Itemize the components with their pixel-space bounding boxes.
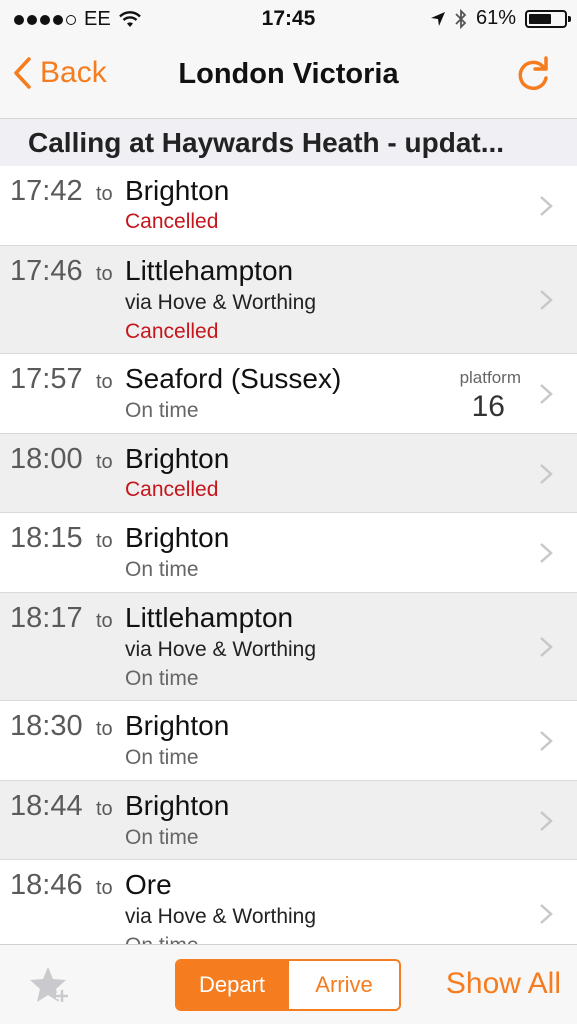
departure-time: 18:15	[10, 522, 83, 554]
service-status: Cancelled	[125, 478, 219, 501]
to-label: to	[96, 877, 113, 899]
departure-time: 17:57	[10, 363, 83, 395]
via-route: via Hove & Worthing	[125, 905, 317, 928]
departure-time: 17:42	[10, 175, 83, 207]
destination: Brighton	[125, 443, 230, 474]
chevron-right-icon	[540, 904, 553, 924]
via-route: via Hove & Worthing	[125, 638, 317, 661]
battery-percent: 61%	[475, 7, 516, 29]
section-header: Calling at Haywards Heath - updat...	[0, 118, 577, 166]
add-favourite-star-icon[interactable]	[28, 965, 72, 1005]
departure-row[interactable]: 18:30 to Brighton On time	[0, 701, 577, 781]
refresh-icon[interactable]	[513, 54, 553, 94]
departures-list: 17:42 to Brighton Cancelled 17:46 to Lit…	[0, 166, 577, 944]
service-status: Cancelled	[125, 210, 219, 233]
departure-row[interactable]: 18:00 to Brighton Cancelled	[0, 434, 577, 513]
departure-time: 18:44	[10, 790, 83, 822]
service-status: On time	[125, 558, 199, 581]
departure-row[interactable]: 17:42 to Brighton Cancelled	[0, 166, 577, 246]
destination: Brighton	[125, 175, 230, 206]
departure-time: 18:30	[10, 710, 83, 742]
destination: Littlehampton	[125, 602, 294, 633]
to-label: to	[96, 718, 113, 740]
depart-arrive-toggle: Depart Arrive	[175, 959, 401, 1011]
departure-row[interactable]: 18:15 to Brighton On time	[0, 513, 577, 593]
departure-time: 18:17	[10, 602, 83, 634]
departure-time: 18:46	[10, 869, 83, 901]
status-bar: EE 17:45 61%	[0, 0, 577, 38]
destination: Ore	[125, 869, 172, 900]
to-label: to	[96, 530, 113, 552]
departure-time: 18:00	[10, 443, 83, 475]
to-label: to	[96, 183, 113, 205]
platform-label: platform	[459, 368, 521, 387]
departure-row[interactable]: 18:46 to Ore via Hove & Worthing On time	[0, 860, 577, 944]
chevron-right-icon	[540, 196, 553, 216]
chevron-right-icon	[540, 290, 553, 310]
battery-icon	[525, 9, 571, 28]
service-status: On time	[125, 667, 199, 690]
to-label: to	[96, 371, 113, 393]
show-all-button[interactable]: Show All	[446, 967, 561, 1001]
destination: Brighton	[125, 522, 230, 553]
to-label: to	[96, 798, 113, 820]
chevron-right-icon	[540, 637, 553, 657]
arrive-segment[interactable]: Arrive	[287, 961, 399, 1009]
to-label: to	[96, 451, 113, 473]
navigation-bar: Back London Victoria	[0, 38, 577, 118]
destination: Seaford (Sussex)	[125, 363, 342, 394]
via-route: via Hove & Worthing	[125, 291, 317, 314]
chevron-right-icon	[540, 811, 553, 831]
destination: Brighton	[125, 710, 230, 741]
service-status: On time	[125, 826, 199, 849]
to-label: to	[96, 610, 113, 632]
departure-row[interactable]: 18:44 to Brighton On time	[0, 781, 577, 860]
back-button[interactable]: Back	[12, 56, 107, 90]
departure-time: 17:46	[10, 255, 83, 287]
service-status: On time	[125, 746, 199, 769]
location-arrow-icon	[430, 11, 445, 26]
service-status: On time	[125, 934, 199, 944]
service-status: Cancelled	[125, 320, 219, 343]
bluetooth-icon	[455, 8, 467, 29]
chevron-right-icon	[540, 384, 553, 404]
status-right: 61%	[430, 7, 571, 30]
destination: Brighton	[125, 790, 230, 821]
back-label: Back	[40, 56, 107, 89]
chevron-left-icon	[14, 57, 31, 89]
destination: Littlehampton	[125, 255, 294, 286]
departure-row[interactable]: 18:17 to Littlehampton via Hove & Worthi…	[0, 593, 577, 701]
chevron-right-icon	[540, 543, 553, 563]
depart-segment[interactable]: Depart	[177, 961, 287, 1009]
chevron-right-icon	[540, 464, 553, 484]
departure-row[interactable]: 17:46 to Littlehampton via Hove & Worthi…	[0, 246, 577, 354]
service-status: On time	[125, 399, 199, 422]
departure-row[interactable]: 17:57 to Seaford (Sussex) On time platfo…	[0, 354, 577, 434]
to-label: to	[96, 263, 113, 285]
bottom-toolbar: Depart Arrive Show All	[0, 944, 577, 1024]
chevron-right-icon	[540, 731, 553, 751]
platform-number: 16	[471, 390, 505, 423]
section-title: Calling at Haywards Heath - updat...	[28, 127, 505, 158]
